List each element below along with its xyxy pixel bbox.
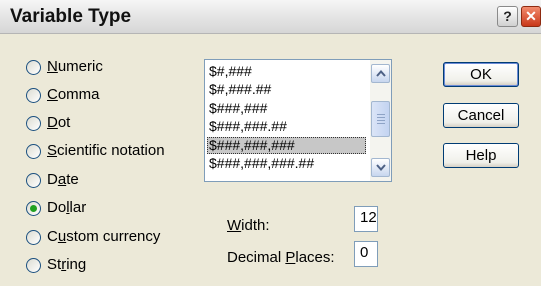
- radio-label: Comma: [47, 86, 100, 103]
- radio-indicator[interactable]: [26, 230, 41, 245]
- radio-indicator[interactable]: [26, 60, 41, 75]
- close-button[interactable]: ✕: [521, 6, 541, 27]
- format-list-item[interactable]: $#,###.##: [207, 81, 366, 98]
- width-field[interactable]: 12: [354, 206, 378, 232]
- radio-indicator-selected[interactable]: [26, 201, 41, 216]
- scroll-up-button[interactable]: [371, 64, 390, 83]
- ok-button[interactable]: OK: [443, 62, 519, 87]
- radio-indicator[interactable]: [26, 88, 41, 103]
- decimal-places-field[interactable]: 0: [354, 241, 378, 267]
- dialog-title: Variable Type: [10, 6, 132, 27]
- scroll-down-button[interactable]: [371, 158, 390, 177]
- radio-label: Dollar: [47, 199, 87, 216]
- format-list-item[interactable]: $###,###.##: [207, 118, 366, 135]
- radio-indicator[interactable]: [26, 258, 41, 273]
- radio-label: String: [47, 256, 87, 273]
- cancel-button[interactable]: Cancel: [443, 103, 519, 128]
- title-help-button[interactable]: ?: [497, 6, 518, 27]
- help-button[interactable]: Help: [443, 143, 519, 168]
- grip-line: [377, 117, 385, 118]
- radio-label: Scientific notation: [47, 142, 165, 159]
- format-list-item-selected[interactable]: $###,###,###: [207, 137, 366, 154]
- radio-label: Dot: [47, 114, 71, 131]
- grip-line: [377, 123, 385, 124]
- radio-label: Custom currency: [47, 228, 161, 245]
- chevron-down-icon: [376, 164, 386, 171]
- width-label: Width:: [227, 217, 270, 234]
- radio-selected-dot: [30, 205, 37, 212]
- radio-label: Numeric: [47, 58, 103, 75]
- decimal-places-label: Decimal Places:: [227, 249, 335, 266]
- format-listbox[interactable]: $#,### $#,###.## $###,### $###,###.## $#…: [204, 59, 392, 182]
- radio-indicator[interactable]: [26, 173, 41, 188]
- radio-indicator[interactable]: [26, 144, 41, 159]
- radio-label: Date: [47, 171, 79, 188]
- scroll-thumb[interactable]: [371, 101, 390, 137]
- vertical-scrollbar[interactable]: [370, 60, 391, 181]
- grip-line: [377, 120, 385, 121]
- variable-type-dialog: Variable Type ? ✕ Numeric Comma Dot Scie…: [0, 0, 541, 286]
- format-list-item[interactable]: $###,###: [207, 100, 366, 117]
- chevron-up-icon: [376, 70, 386, 77]
- format-list-item[interactable]: $#,###: [207, 63, 366, 80]
- title-bar[interactable]: Variable Type ? ✕: [0, 0, 541, 34]
- grip-line: [377, 114, 385, 115]
- format-list-item[interactable]: $###,###,###.##: [207, 155, 366, 172]
- radio-indicator[interactable]: [26, 116, 41, 131]
